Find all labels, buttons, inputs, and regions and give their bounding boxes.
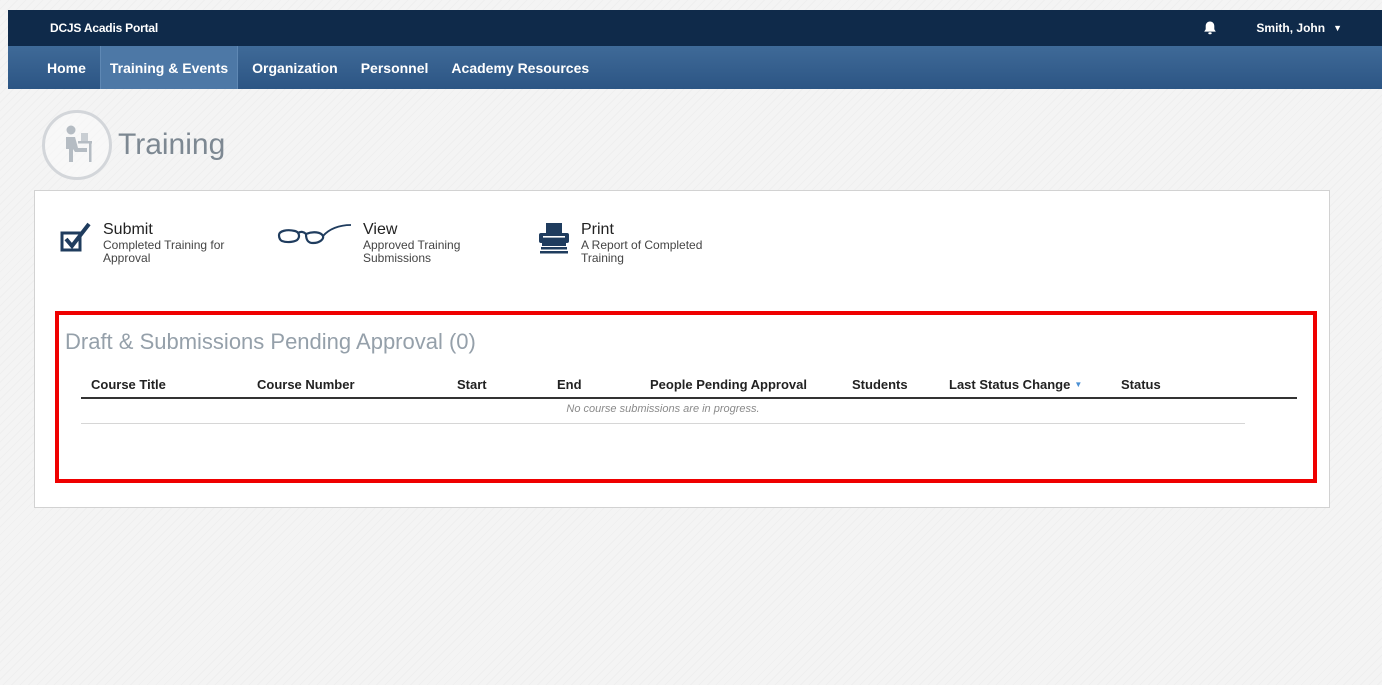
nav-item-organization[interactable]: Organization bbox=[243, 46, 347, 89]
action-subtitle: Approved Training Submissions bbox=[363, 238, 461, 265]
nav-item-academy-resources[interactable]: Academy Resources bbox=[442, 46, 598, 89]
action-title: View bbox=[363, 221, 398, 238]
user-name: Smith, John bbox=[1256, 21, 1326, 35]
empty-table-message: No course submissions are in progress. bbox=[81, 403, 1245, 424]
checkbox-check-icon bbox=[59, 221, 93, 255]
submit-training-action[interactable]: Submit Completed Training for Approval bbox=[59, 221, 233, 265]
print-action-text: Print A Report of Completed Training bbox=[581, 221, 711, 265]
training-panel: Submit Completed Training for Approval V… bbox=[34, 190, 1330, 508]
column-header-last-status-change[interactable]: Last Status Change ▼ bbox=[949, 377, 1082, 392]
nav-item-personnel[interactable]: Personnel bbox=[352, 46, 438, 89]
main-nav: Home Training & Events Organization Pers… bbox=[8, 46, 1382, 89]
printer-icon bbox=[537, 221, 571, 255]
action-subtitle: A Report of Completed Training bbox=[581, 238, 703, 265]
action-title: Submit bbox=[103, 221, 153, 238]
page-title: Training bbox=[118, 128, 226, 161]
nav-item-training-events[interactable]: Training & Events bbox=[99, 46, 239, 89]
view-approved-action[interactable]: View Approved Training Submissions bbox=[277, 221, 493, 265]
sort-descending-icon: ▼ bbox=[1074, 380, 1083, 389]
glasses-icon bbox=[277, 221, 353, 255]
print-report-action[interactable]: Print A Report of Completed Training bbox=[537, 221, 711, 265]
pending-approval-section: Draft & Submissions Pending Approval (0)… bbox=[55, 311, 1317, 483]
column-header-course-title[interactable]: Course Title bbox=[91, 377, 166, 392]
column-header-students[interactable]: Students bbox=[852, 377, 908, 392]
person-at-desk-icon bbox=[42, 110, 112, 180]
pending-table-header: Course Title Course Number Start End Peo… bbox=[81, 377, 1297, 399]
user-menu[interactable]: Smith, John ▼ bbox=[1256, 21, 1342, 35]
page-header: Training bbox=[42, 110, 225, 180]
action-title: Print bbox=[581, 221, 614, 238]
column-header-course-number[interactable]: Course Number bbox=[257, 377, 355, 392]
column-header-end[interactable]: End bbox=[557, 377, 582, 392]
pending-section-title: Draft & Submissions Pending Approval (0) bbox=[65, 329, 476, 354]
column-header-people-pending-approval[interactable]: People Pending Approval bbox=[650, 377, 807, 392]
view-action-text: View Approved Training Submissions bbox=[363, 221, 493, 265]
action-subtitle: Completed Training for Approval bbox=[103, 238, 225, 265]
nav-item-home[interactable]: Home bbox=[38, 46, 95, 89]
submit-action-text: Submit Completed Training for Approval bbox=[103, 221, 233, 265]
portal-title[interactable]: DCJS Acadis Portal bbox=[50, 21, 158, 35]
bell-icon[interactable] bbox=[1202, 20, 1218, 36]
column-header-start[interactable]: Start bbox=[457, 377, 487, 392]
column-header-label: Last Status Change bbox=[949, 377, 1071, 392]
column-header-status[interactable]: Status bbox=[1121, 377, 1161, 392]
caret-down-icon: ▼ bbox=[1333, 23, 1342, 33]
top-right-controls: Smith, John ▼ bbox=[1202, 20, 1342, 36]
training-actions: Submit Completed Training for Approval V… bbox=[59, 221, 755, 265]
top-bar: DCJS Acadis Portal Smith, John ▼ bbox=[8, 10, 1382, 46]
